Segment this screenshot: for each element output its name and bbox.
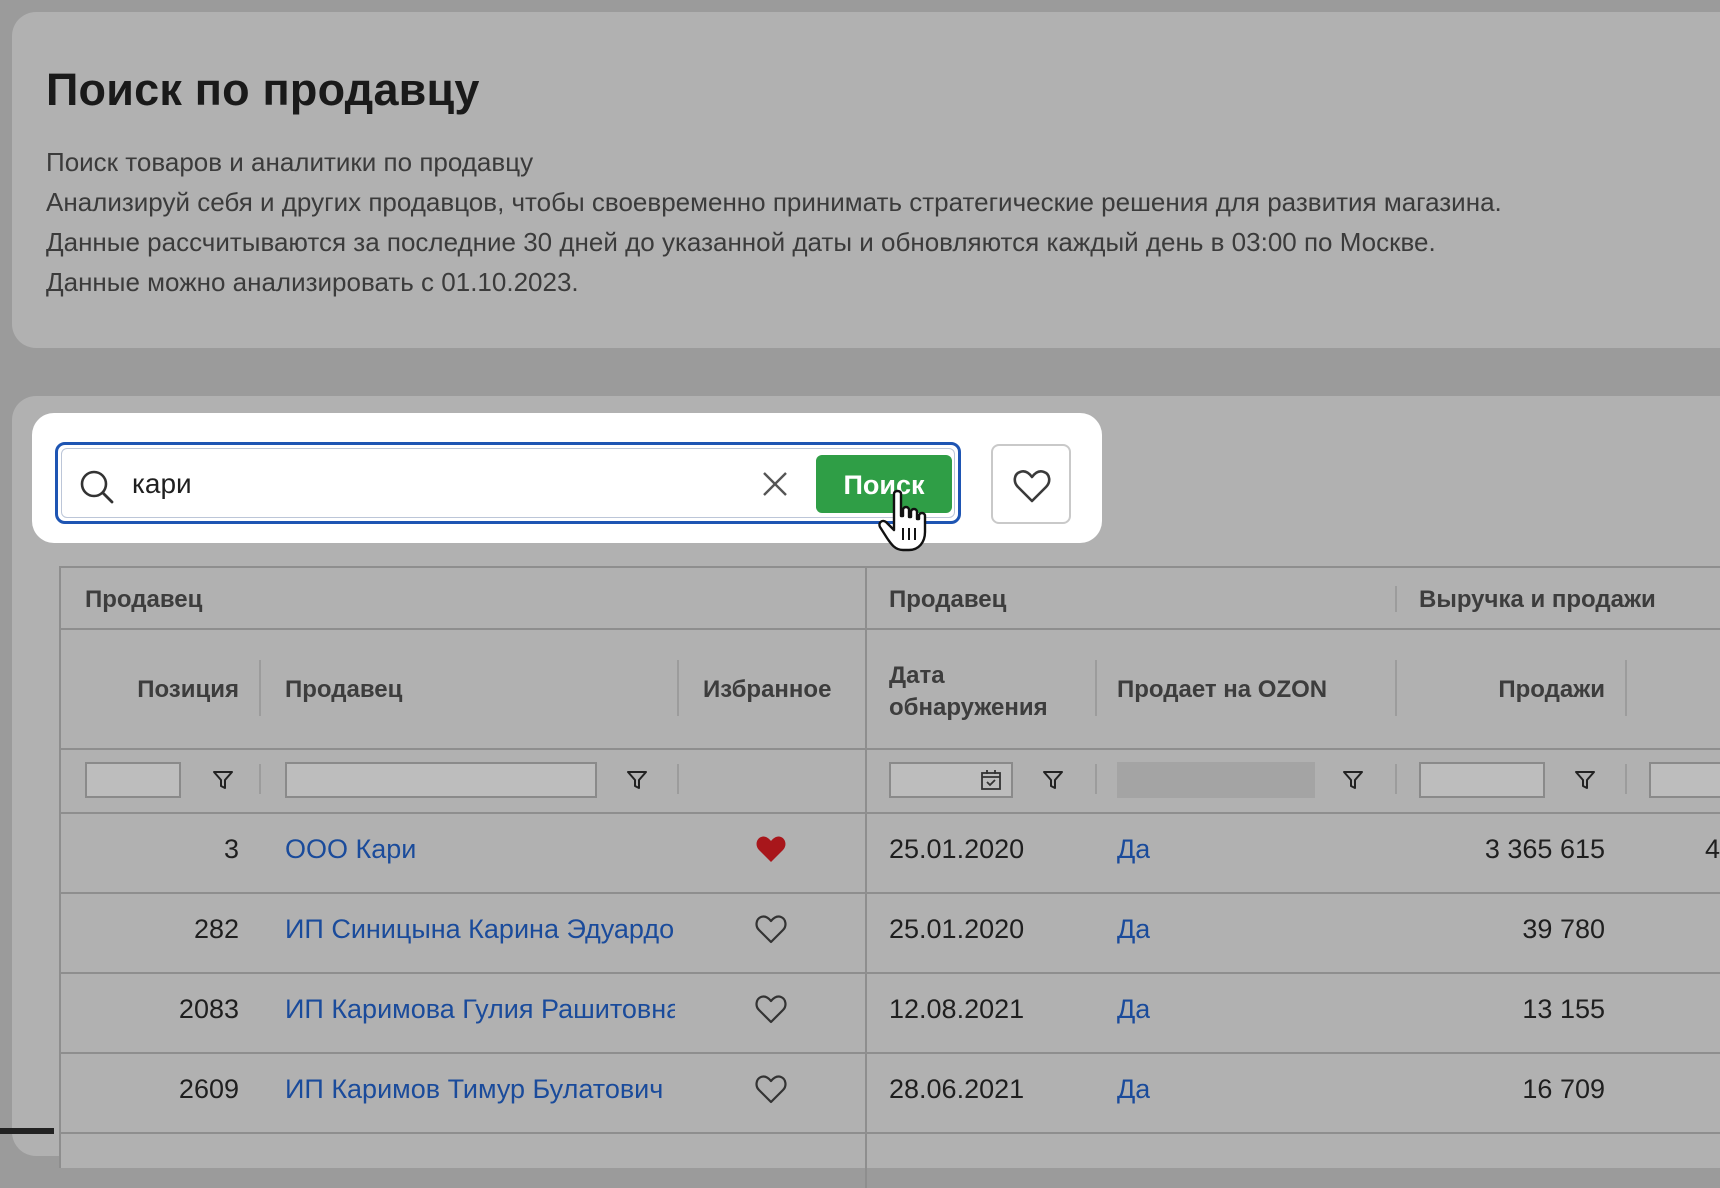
- description-line-2: Анализируй себя и других продавцов, чтоб…: [46, 187, 1502, 217]
- table-row-3-seller-link[interactable]: ИП Каримова Гулия Рашитовна: [285, 994, 675, 1025]
- description-line-3: Данные рассчитываются за последние 30 дн…: [46, 227, 1436, 257]
- table-row-4-ozon-link[interactable]: Да: [1117, 1074, 1150, 1105]
- table-row-4-seller-link[interactable]: ИП Каримов Тимур Булатович: [285, 1074, 675, 1105]
- column-header-favorite[interactable]: Избранное: [703, 676, 831, 704]
- search-box[interactable]: Поиск: [55, 442, 961, 524]
- column-header-seller[interactable]: Продавец: [285, 676, 402, 704]
- description-line-4: Данные можно анализировать с 01.10.2023.: [46, 267, 579, 297]
- group-header-seller: Продавец: [85, 586, 203, 613]
- seller-filter-input[interactable]: [285, 762, 597, 798]
- position-filter-input[interactable]: [85, 762, 181, 798]
- table-divider: [61, 628, 1720, 630]
- table-divider: [61, 1052, 1720, 1054]
- calendar-icon[interactable]: [979, 768, 1003, 792]
- heart-filled-icon[interactable]: [755, 834, 787, 864]
- filter-icon[interactable]: [1573, 768, 1597, 792]
- filter-icon[interactable]: [1341, 768, 1365, 792]
- search-input[interactable]: [132, 459, 692, 509]
- hand-cursor-icon: [878, 489, 927, 552]
- heart-outline-icon[interactable]: [755, 994, 787, 1024]
- table-row-2-date: 25.01.2020: [889, 914, 1025, 944]
- table-row-2-seller-link[interactable]: ИП Синицына Карина Эдуардовна: [285, 914, 675, 945]
- column-separator: [677, 764, 679, 794]
- page-description: Поиск товаров и аналитики по продавцу Ан…: [46, 142, 1720, 302]
- table-row-1-seller-link[interactable]: ООО Кари: [285, 834, 675, 865]
- heart-outline-icon[interactable]: [755, 914, 787, 944]
- table-row-2-sales: 39 780: [1522, 914, 1605, 944]
- column-separator: [1395, 764, 1397, 794]
- search-icon: [80, 470, 114, 504]
- table-divider: [61, 972, 1720, 974]
- heart-outline-icon: [1013, 470, 1051, 503]
- column-separator: [1625, 660, 1627, 716]
- close-icon[interactable]: [760, 469, 790, 499]
- group-header-revenue: Выручка и продажи: [1419, 586, 1656, 613]
- table-row-1-position: 3: [223, 834, 239, 864]
- column-separator: [1095, 660, 1097, 716]
- ozon-filter-select[interactable]: [1117, 762, 1315, 798]
- column-separator: [259, 660, 261, 716]
- column-header-sales[interactable]: Продажи: [1421, 676, 1605, 704]
- favorites-filter-button[interactable]: [991, 444, 1071, 524]
- table-row-1-ozon-link[interactable]: Да: [1117, 834, 1150, 865]
- column-header-date-line-2: обнаружения: [889, 694, 1048, 721]
- table-row-3-position: 2083: [178, 994, 239, 1024]
- column-header-sells-on-ozon[interactable]: Продает на OZON: [1117, 676, 1327, 704]
- page-title: Поиск по продавцу: [46, 64, 480, 115]
- column-separator: [1395, 660, 1397, 716]
- column-separator: [1625, 764, 1627, 794]
- table-row-4-sales: 16 709: [1522, 1074, 1605, 1104]
- table-row-2-ozon-link[interactable]: Да: [1117, 914, 1150, 945]
- table-divider: [61, 892, 1720, 894]
- table-row-1-date: 25.01.2020: [889, 834, 1025, 864]
- corner-mark: [0, 1128, 54, 1134]
- next-column-filter-input[interactable]: [1649, 762, 1720, 798]
- table-row-4-position: 2609: [178, 1074, 239, 1104]
- filter-icon[interactable]: [1041, 768, 1065, 792]
- table-row-3-date: 12.08.2021: [889, 994, 1025, 1024]
- column-separator: [1095, 764, 1097, 794]
- column-separator: [1395, 586, 1397, 612]
- heart-outline-icon[interactable]: [755, 1074, 787, 1104]
- sellers-table: Продавец Продавец Выручка и продажи Пози…: [59, 566, 1720, 1188]
- column-separator: [677, 660, 679, 716]
- table-row-3-sales: 13 155: [1522, 994, 1605, 1024]
- filter-icon[interactable]: [211, 768, 235, 792]
- table-row-4-date: 28.06.2021: [889, 1074, 1025, 1104]
- column-header-date-found[interactable]: Дата обнаружения: [889, 660, 1048, 724]
- column-header-position[interactable]: Позиция: [101, 676, 239, 704]
- description-line-1: Поиск товаров и аналитики по продавцу: [46, 147, 534, 177]
- group-divider: [865, 568, 867, 1188]
- filter-icon[interactable]: [625, 768, 649, 792]
- sales-filter-input[interactable]: [1419, 762, 1545, 798]
- group-header-seller-info: Продавец: [889, 586, 1007, 613]
- table-row-1-sales: 3 365 615: [1484, 834, 1605, 864]
- column-header-date-line-1: Дата: [889, 662, 945, 689]
- table-row-2-position: 282: [193, 914, 239, 944]
- table-divider: [61, 748, 1720, 750]
- table-divider: [61, 812, 1720, 814]
- table-row-1-next: 4: [1705, 834, 1720, 864]
- column-separator: [259, 764, 261, 794]
- table-row-3-ozon-link[interactable]: Да: [1117, 994, 1150, 1025]
